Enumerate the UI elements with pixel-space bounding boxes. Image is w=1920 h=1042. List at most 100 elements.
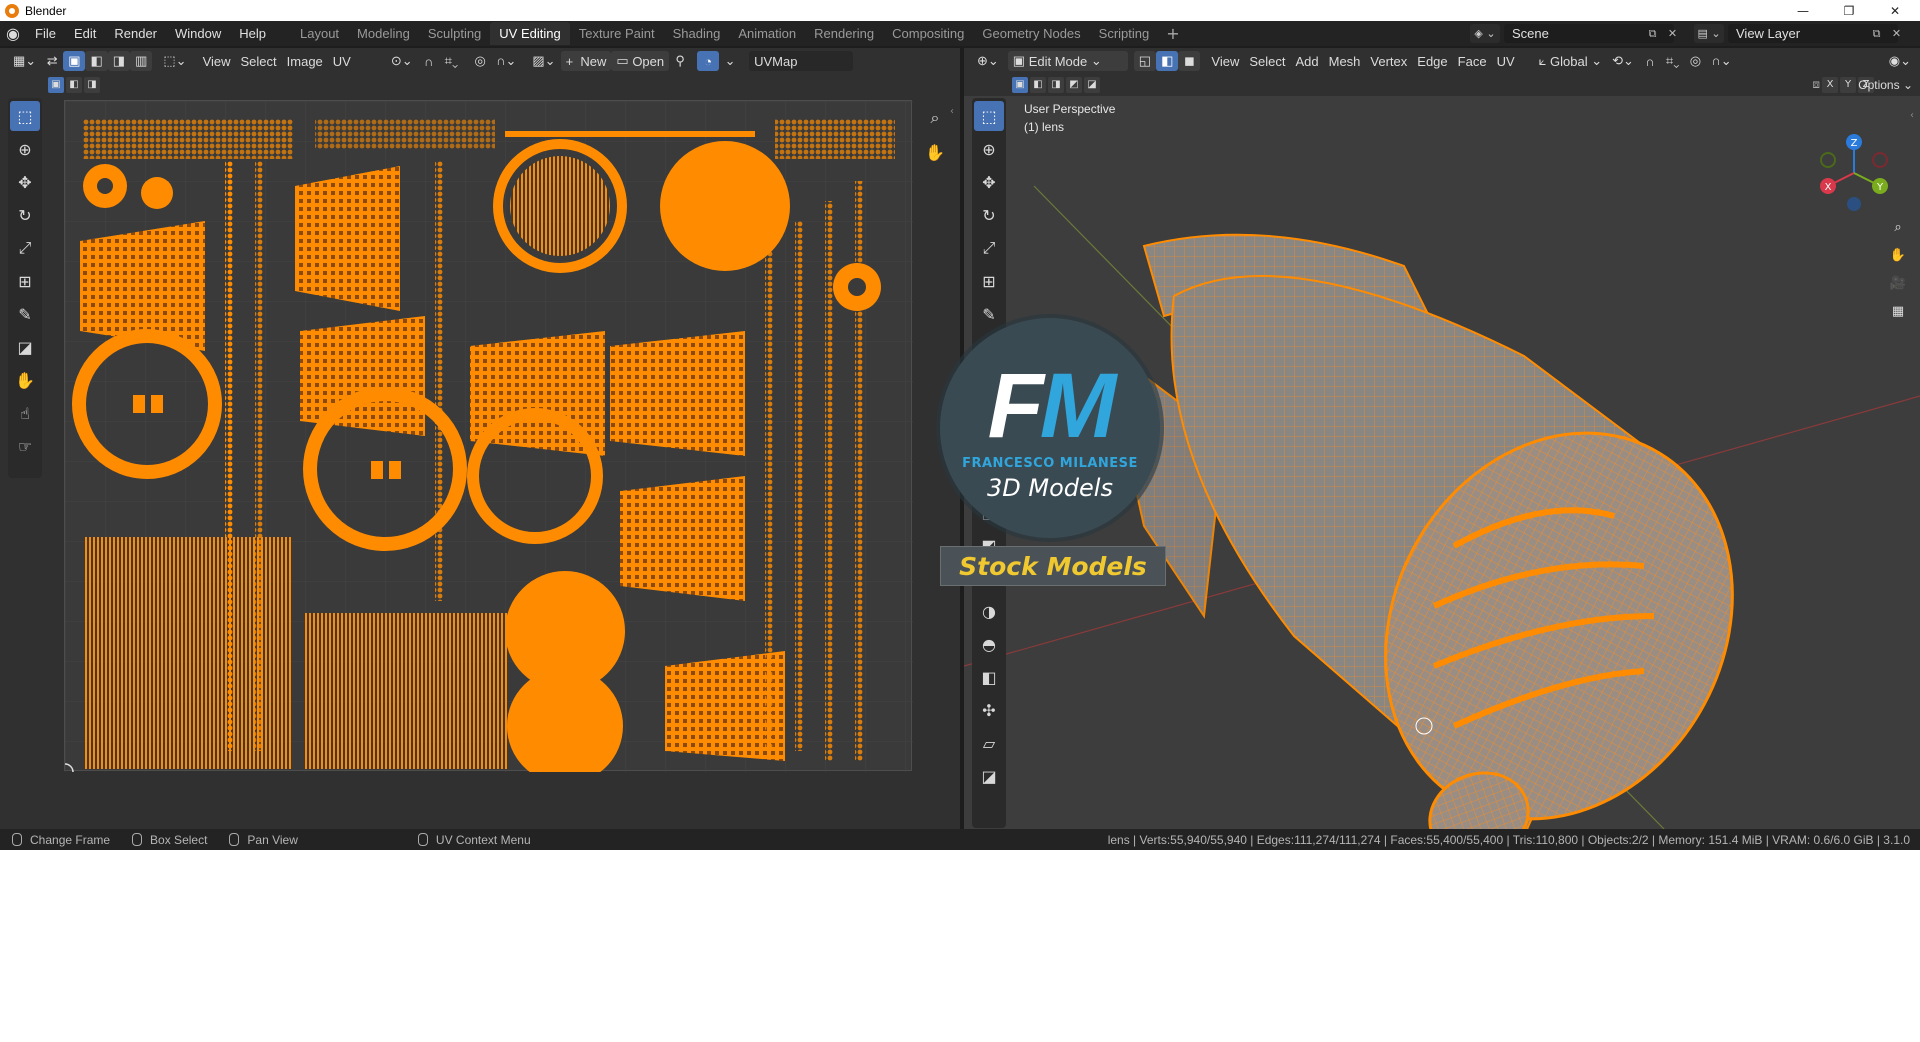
rip-tool-icon[interactable]: ◪: [10, 332, 40, 362]
options-button[interactable]: Options ⌄: [1853, 75, 1918, 95]
new-view-layer-icon[interactable]: ⧉: [1868, 25, 1885, 42]
delete-scene-icon[interactable]: ✕: [1664, 25, 1681, 42]
menu-uv[interactable]: UV: [328, 51, 356, 71]
vp-transform-tool-icon[interactable]: ⊞: [974, 266, 1004, 296]
vp-select-new-icon[interactable]: ▣: [1012, 77, 1028, 93]
pivot-point-icon[interactable]: ⟲⌄: [1607, 51, 1639, 71]
island-select-icon[interactable]: ▥: [130, 51, 153, 71]
view-layer-selector-icon[interactable]: ▤ ⌄: [1694, 24, 1724, 43]
delete-view-layer-icon[interactable]: ✕: [1888, 25, 1905, 42]
falloff-icon[interactable]: ∩⌄: [491, 51, 521, 71]
new-scene-icon[interactable]: ⧉: [1644, 25, 1661, 42]
menu-render[interactable]: Render: [105, 26, 166, 41]
select-extend-icon[interactable]: ◧: [66, 77, 82, 93]
close-button[interactable]: ✕: [1872, 0, 1918, 21]
pan-icon[interactable]: ✋: [920, 137, 950, 167]
add-workspace-icon[interactable]: +: [1158, 24, 1187, 43]
vp-snap-target-icon[interactable]: ⌗⌄: [1661, 51, 1684, 71]
vp-rip-tool-icon[interactable]: ◪: [974, 761, 1004, 791]
tab-shading[interactable]: Shading: [664, 22, 730, 45]
maximize-button[interactable]: ❐: [1826, 0, 1872, 21]
vp-menu-face[interactable]: Face: [1453, 51, 1492, 71]
edge-mode-icon[interactable]: ◧: [1156, 51, 1179, 71]
vp-scale-tool-icon[interactable]: ⤢: [974, 233, 1004, 263]
vp-rotate-tool-icon[interactable]: ↻: [974, 200, 1004, 230]
sidebar-toggle-icon[interactable]: ‹: [950, 106, 954, 117]
vp-snap-icon[interactable]: ∩: [1639, 51, 1661, 71]
zoom-icon[interactable]: ⌕: [920, 103, 950, 133]
vp-menu-uv[interactable]: UV: [1492, 51, 1520, 71]
tab-geometry-nodes[interactable]: Geometry Nodes: [973, 22, 1089, 45]
tab-animation[interactable]: Animation: [729, 22, 805, 45]
vp-shear-tool-icon[interactable]: ▱: [974, 728, 1004, 758]
snap-target-icon[interactable]: ⌗⌄: [440, 51, 463, 71]
overlay-dropdown-icon[interactable]: ⌄: [719, 51, 741, 71]
vp-pan-icon[interactable]: ✋: [1887, 244, 1909, 266]
mirror-icon[interactable]: ⧈: [1812, 77, 1820, 92]
tab-modeling[interactable]: Modeling: [348, 22, 419, 45]
vp-menu-mesh[interactable]: Mesh: [1324, 51, 1366, 71]
vp-menu-add[interactable]: Add: [1290, 51, 1323, 71]
vp-proportional-icon[interactable]: ◎: [1684, 51, 1706, 71]
face-select-icon[interactable]: ◨: [107, 51, 131, 71]
tab-sculpting[interactable]: Sculpting: [419, 22, 490, 45]
mode-selector[interactable]: ▣ Edit Mode ⌄: [1007, 51, 1128, 71]
select-new-icon[interactable]: ▣: [48, 77, 64, 93]
vp-menu-view[interactable]: View: [1206, 51, 1244, 71]
ortho-toggle-icon[interactable]: ▦: [1887, 300, 1909, 322]
minimize-button[interactable]: —: [1780, 0, 1826, 21]
snap-icon[interactable]: ∩: [418, 51, 440, 71]
rotate-tool-icon[interactable]: ↻: [10, 200, 40, 230]
vp-select-invert-icon[interactable]: ◩: [1066, 77, 1082, 93]
vp-sidebar-toggle-icon[interactable]: ‹: [1910, 110, 1914, 121]
vp-select-extend-icon[interactable]: ◧: [1030, 77, 1046, 93]
vp-annotate-tool-icon[interactable]: ✎: [974, 299, 1004, 329]
menu-select[interactable]: Select: [236, 51, 282, 71]
edge-select-icon[interactable]: ◧: [85, 51, 108, 71]
orientation-dropdown[interactable]: ⟀ Global ⌄: [1534, 51, 1608, 71]
move-tool-icon[interactable]: ✥: [10, 167, 40, 197]
vp-zoom-icon[interactable]: ⌕: [1887, 216, 1909, 238]
menu-file[interactable]: File: [26, 26, 65, 41]
uvmap-field[interactable]: UVMap: [749, 51, 854, 71]
vp-menu-edge[interactable]: Edge: [1412, 51, 1452, 71]
tab-scripting[interactable]: Scripting: [1090, 22, 1159, 45]
vp-spin-tool-icon[interactable]: ◑: [974, 596, 1004, 626]
vp-falloff-icon[interactable]: ∩⌄: [1706, 51, 1736, 71]
vp-select-intersect-icon[interactable]: ◪: [1084, 77, 1100, 93]
camera-view-icon[interactable]: 🎥: [1887, 272, 1909, 294]
scale-tool-icon[interactable]: ⤢: [10, 233, 40, 263]
tab-uv-editing[interactable]: UV Editing: [490, 22, 570, 45]
scene-selector-icon[interactable]: ◈ ⌄: [1470, 24, 1500, 43]
vertex-mode-icon[interactable]: ◱: [1133, 51, 1157, 71]
vp-menu-select[interactable]: Select: [1244, 51, 1290, 71]
menu-edit[interactable]: Edit: [65, 26, 105, 41]
open-image-button[interactable]: ▭ Open: [611, 51, 670, 71]
grab-tool-icon[interactable]: ✋: [10, 365, 40, 395]
annotate-tool-icon[interactable]: ✎: [10, 299, 40, 329]
viewport-editor-type-icon[interactable]: ⊕⌄: [972, 51, 1004, 71]
uv-canvas[interactable]: [56, 100, 913, 784]
select-box-tool-icon[interactable]: ⬚: [10, 101, 40, 131]
vp-select-subtract-icon[interactable]: ◨: [1048, 77, 1064, 93]
vp-menu-vertex[interactable]: Vertex: [1365, 51, 1412, 71]
pivot-icon[interactable]: ⊙⌄: [386, 51, 418, 71]
mirror-x[interactable]: X: [1822, 77, 1838, 93]
tab-layout[interactable]: Layout: [291, 22, 348, 45]
select-subtract-icon[interactable]: ◨: [84, 77, 100, 93]
tab-texture-paint[interactable]: Texture Paint: [570, 22, 664, 45]
vertex-select-icon[interactable]: ▣: [63, 51, 86, 71]
sync-selection-icon[interactable]: ⇄: [41, 51, 63, 71]
relax-tool-icon[interactable]: ☝: [10, 398, 40, 428]
vp-select-box-tool-icon[interactable]: ⬚: [974, 101, 1004, 131]
menu-view[interactable]: View: [198, 51, 236, 71]
vp-shrink-tool-icon[interactable]: ✣: [974, 695, 1004, 725]
face-mode-icon[interactable]: ◼: [1178, 51, 1201, 71]
vp-edge-slide-tool-icon[interactable]: ◧: [974, 662, 1004, 692]
menu-window[interactable]: Window: [166, 26, 230, 41]
transform-tool-icon[interactable]: ⊞: [10, 266, 40, 296]
cursor-tool-icon[interactable]: ⊕: [10, 134, 40, 164]
overlay-icon[interactable]: ◔: [697, 51, 720, 71]
new-image-button[interactable]: + New: [560, 51, 612, 71]
vp-cursor-tool-icon[interactable]: ⊕: [974, 134, 1004, 164]
